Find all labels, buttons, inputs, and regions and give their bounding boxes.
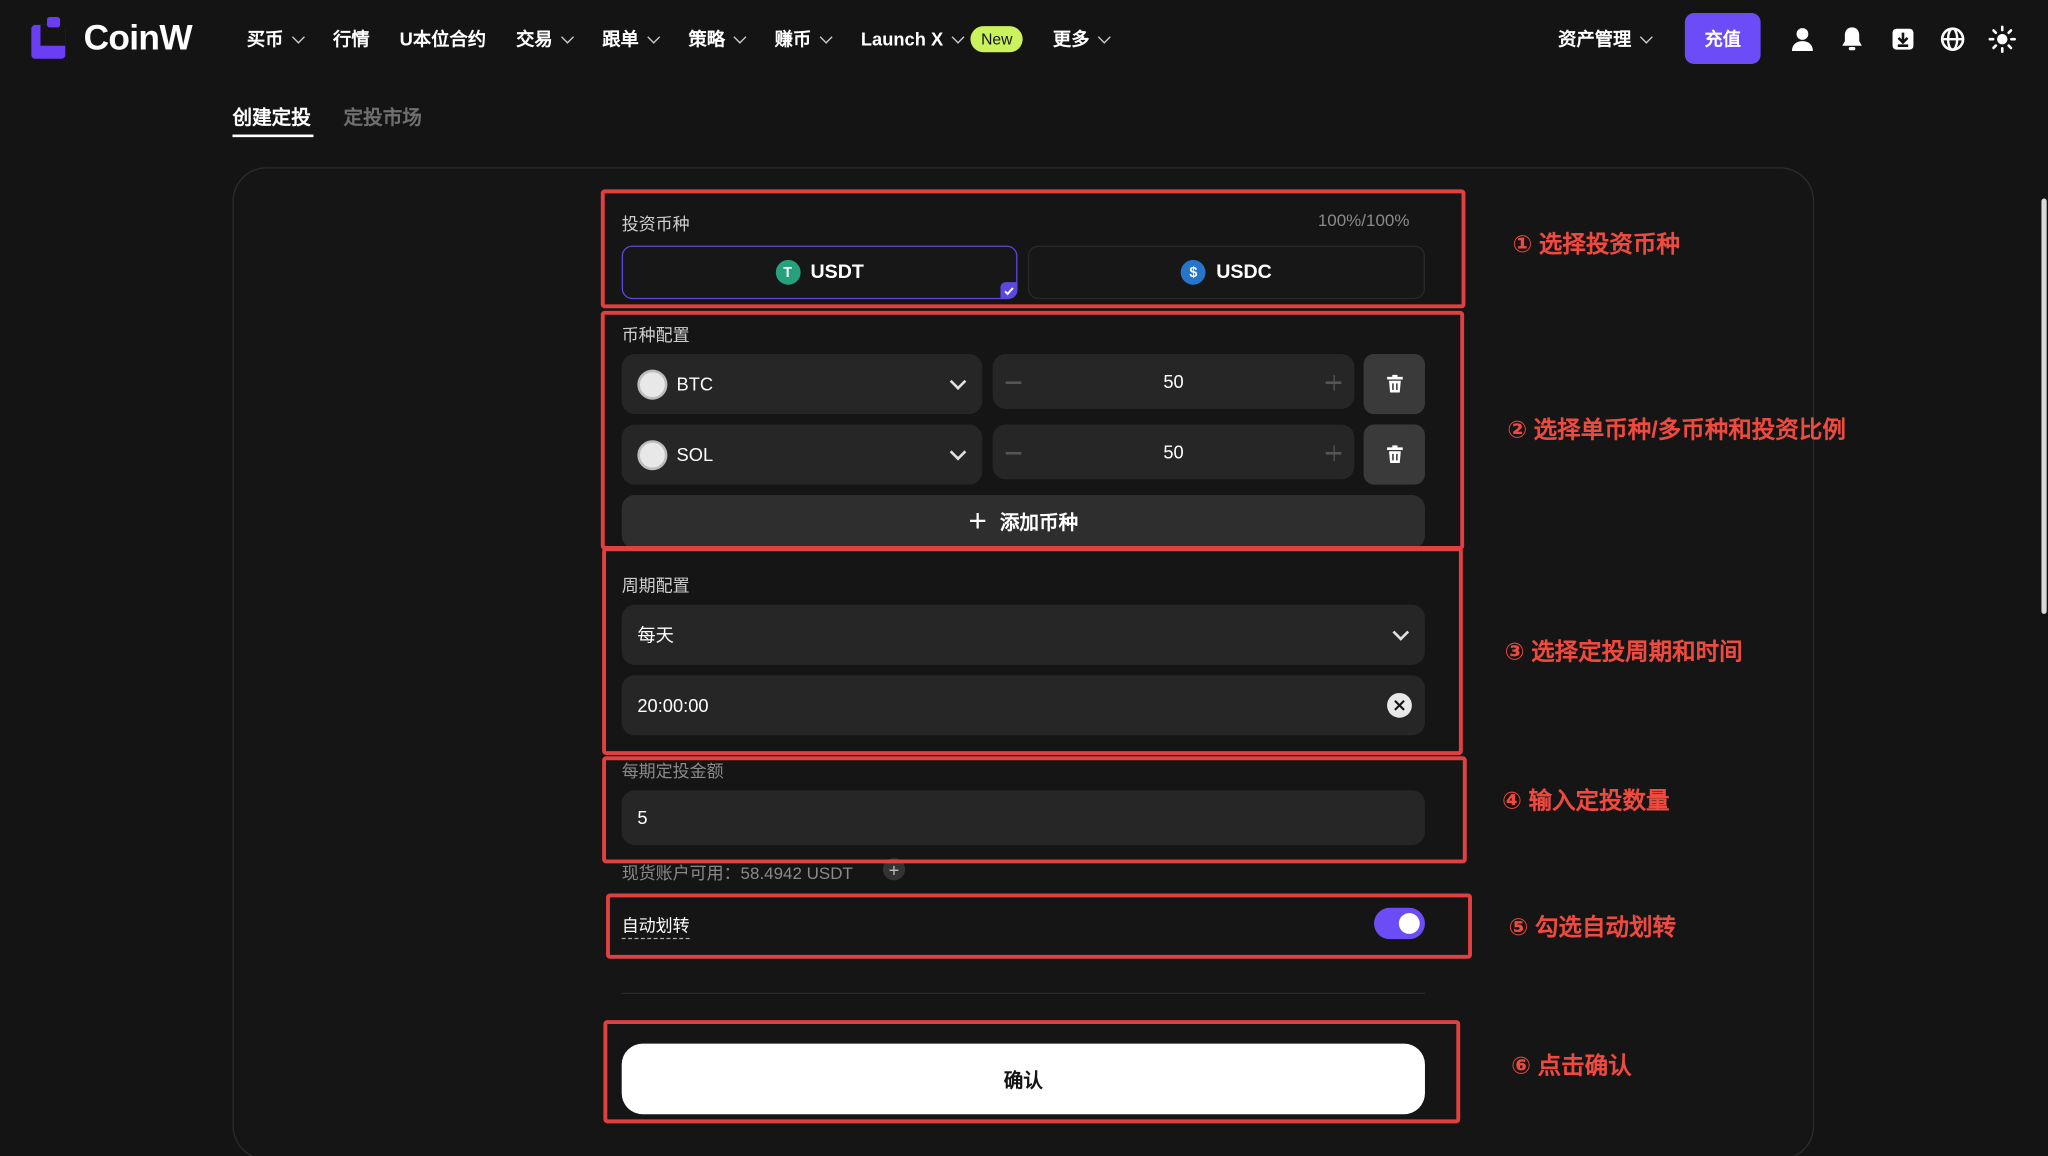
- page-scrollbar[interactable]: [2041, 198, 2047, 614]
- chevron-down-icon: [1639, 30, 1653, 44]
- nav-item-earn[interactable]: 赚币: [774, 26, 833, 52]
- nav-item-launch-x[interactable]: Launch X New: [860, 26, 1023, 53]
- chevron-down-icon: [561, 30, 575, 44]
- chevron-down-icon: [733, 30, 747, 44]
- nav-item-label: 更多: [1052, 28, 1090, 50]
- tab-create-plan[interactable]: 创建定投: [232, 103, 310, 130]
- nav-item-usdt-futures[interactable]: U本位合约: [400, 26, 486, 52]
- annotation-box-3: [602, 547, 1463, 755]
- user-icon[interactable]: [1788, 25, 1817, 54]
- nav-item-label: Launch X: [860, 28, 944, 50]
- chevron-down-icon: [647, 30, 661, 44]
- annotation-text-2: ② 选择单币种/多币种和投资比例: [1507, 416, 1846, 443]
- form-divider: [621, 992, 1425, 995]
- nav-item-label: 赚币: [774, 28, 812, 50]
- annotation-text-3: ③ 选择定投周期和时间: [1504, 638, 1743, 665]
- bell-icon[interactable]: [1838, 25, 1867, 54]
- chevron-down-icon: [951, 30, 965, 44]
- nav-item-buy-coin[interactable]: 买币: [246, 26, 305, 52]
- annotation-box-1: [600, 189, 1466, 309]
- asset-management-menu[interactable]: 资产管理: [1558, 0, 1653, 78]
- annotation-text-6: ⑥ 点击确认: [1511, 1052, 1632, 1079]
- annotation-text-4: ④ 输入定投数量: [1502, 787, 1670, 814]
- nav-item-label: U本位合约: [399, 28, 487, 50]
- annotation-text-5: ⑤ 勾选自动划转: [1508, 914, 1677, 941]
- nav-item-label: 行情: [333, 28, 370, 50]
- nav-item-label: 跟单: [602, 28, 639, 50]
- annotation-box-4: [602, 756, 1467, 864]
- deposit-button[interactable]: 充值: [1684, 13, 1761, 65]
- chevron-down-icon: [819, 30, 833, 44]
- nav-item-trade[interactable]: 交易: [516, 26, 575, 52]
- globe-icon[interactable]: [1938, 25, 1967, 54]
- nav-item-strategy[interactable]: 策略: [688, 26, 747, 52]
- top-nav: CoinW 买币 行情 U本位合约 交易 跟单 策略 赚币 Launch X N…: [0, 0, 2048, 79]
- annotation-box-5: [606, 893, 1472, 959]
- annotation-text-1: ① 选择投资币种: [1512, 231, 1680, 258]
- logo-mark-icon: [31, 16, 68, 59]
- nav-item-more[interactable]: 更多: [1052, 26, 1111, 52]
- nav-item-copy-trading[interactable]: 跟单: [602, 26, 661, 52]
- asset-management-label: 资产管理: [1558, 28, 1632, 50]
- app-root: CoinW 买币 行情 U本位合约 交易 跟单 策略 赚币 Launch X N…: [0, 0, 2048, 1156]
- annotation-box-2: [600, 310, 1465, 550]
- chevron-down-icon: [1098, 30, 1111, 44]
- main-menu: 买币 行情 U本位合约 交易 跟单 策略 赚币 Launch X New 更多: [247, 0, 1139, 78]
- active-tab-indicator: [232, 134, 314, 138]
- logo-text: CoinW: [83, 17, 193, 57]
- nav-item-label: 买币: [246, 28, 284, 50]
- chevron-down-icon: [291, 30, 305, 44]
- coinw-logo[interactable]: CoinW: [31, 16, 193, 59]
- tab-plan-market[interactable]: 定投市场: [344, 103, 422, 130]
- annotation-box-6: [603, 1020, 1461, 1124]
- download-icon[interactable]: [1889, 25, 1918, 54]
- nav-item-label: 交易: [516, 28, 553, 50]
- sun-icon[interactable]: [1988, 25, 2017, 54]
- new-badge: New: [970, 26, 1023, 53]
- nav-item-markets[interactable]: 行情: [333, 26, 370, 52]
- nav-item-label: 策略: [688, 28, 726, 50]
